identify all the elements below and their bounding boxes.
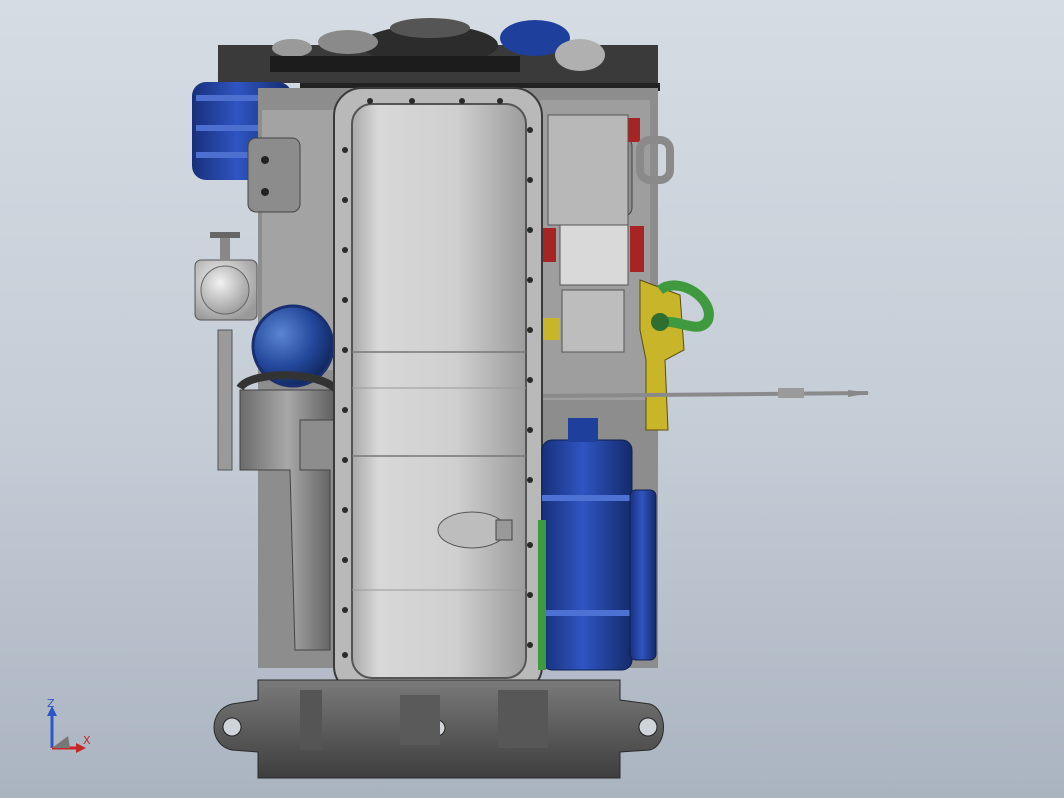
green-fitting	[651, 313, 669, 331]
x-axis-label: X	[83, 734, 91, 747]
red-fitting-right	[630, 226, 644, 272]
engine-model[interactable]	[0, 0, 1064, 798]
cad-viewport[interactable]: Z X	[0, 0, 1064, 798]
left-mount-plate[interactable]	[247, 137, 301, 213]
oil-pan[interactable]	[333, 87, 543, 695]
z-axis-label: Z	[47, 697, 55, 710]
flywheel-housing[interactable]	[213, 679, 664, 779]
top-pulley-assembly[interactable]	[218, 18, 660, 91]
